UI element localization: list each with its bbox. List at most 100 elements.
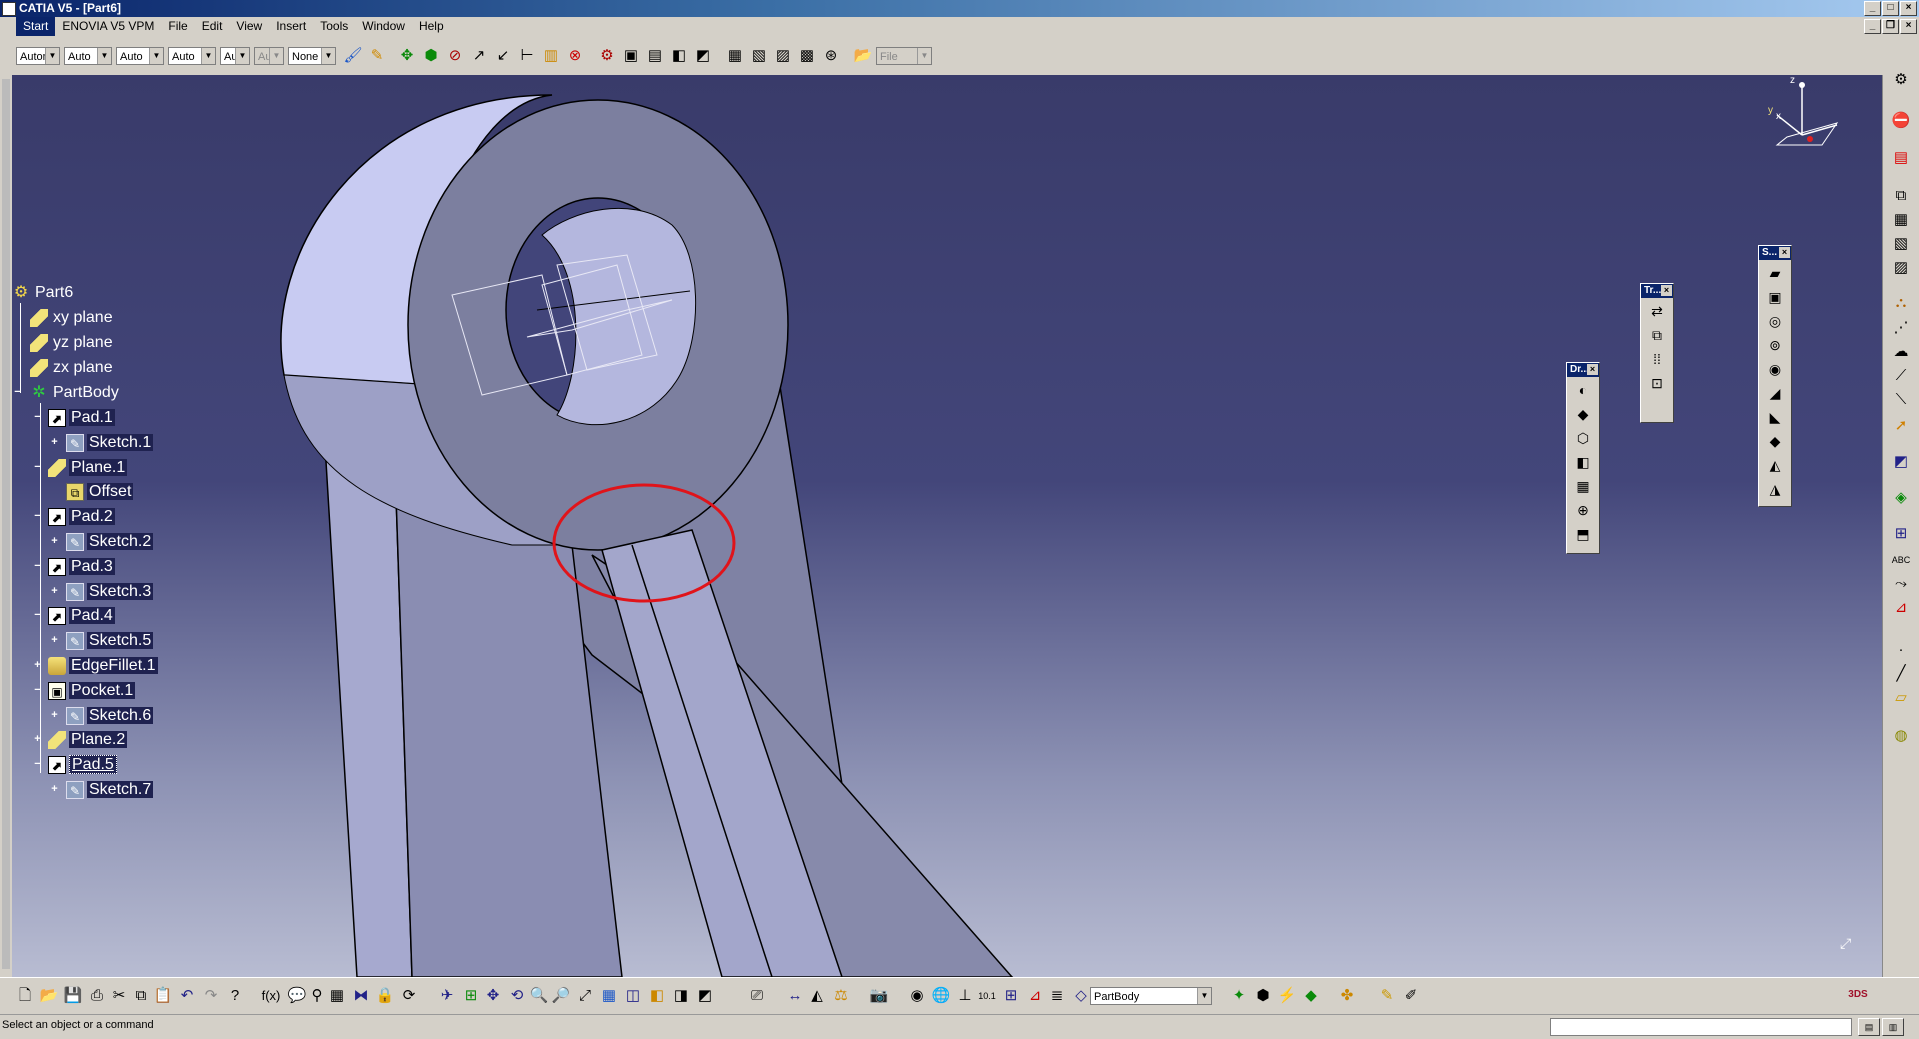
expand-icon[interactable]: + bbox=[50, 586, 59, 597]
rib-icon[interactable]: ◢ bbox=[1763, 382, 1787, 404]
relation-icon[interactable]: ⧓ bbox=[350, 985, 372, 1007]
line-color-combo[interactable]: Auto ▼ bbox=[64, 47, 112, 65]
maximize-button[interactable]: □ bbox=[1882, 1, 1899, 16]
menu-view[interactable]: View bbox=[229, 17, 269, 36]
publication-icon[interactable]: ▧ bbox=[1889, 233, 1913, 255]
constraint-3d-icon[interactable]: ⊿ bbox=[1889, 597, 1913, 619]
constraint-icon[interactable]: ⊘ bbox=[444, 45, 466, 67]
spin-icon[interactable]: ◉ bbox=[906, 985, 928, 1007]
thickness-icon[interactable]: ▦ bbox=[1571, 475, 1595, 497]
doc-close-button[interactable]: × bbox=[1900, 19, 1917, 34]
comment-icon[interactable]: 💬 bbox=[286, 985, 308, 1007]
tree-node-pocket1[interactable]: ▣ Pocket.1 bbox=[48, 681, 136, 701]
inertia-icon[interactable]: ◭ bbox=[806, 985, 828, 1007]
tree-node-pad1[interactable]: ⬈ Pad.1 bbox=[48, 408, 115, 428]
redo-icon[interactable]: ↷ bbox=[200, 985, 222, 1007]
no-show-icon[interactable]: ⊗ bbox=[564, 45, 586, 67]
draft-icon[interactable]: ⬡ bbox=[1571, 427, 1595, 449]
slot-icon[interactable]: ◣ bbox=[1763, 406, 1787, 428]
point-symbol-combo[interactable]: Aut ▼ bbox=[220, 47, 250, 65]
doc-restore-button[interactable]: ❐ bbox=[1882, 19, 1899, 34]
pad-icon[interactable]: ▰ bbox=[1763, 262, 1787, 284]
expand-icon[interactable]: + bbox=[33, 660, 42, 671]
translate-icon[interactable]: ⇄ bbox=[1645, 300, 1669, 322]
catia-icon[interactable]: ✤ bbox=[1336, 985, 1358, 1007]
graphic-properties-combo[interactable]: Automa ▼ bbox=[16, 47, 60, 65]
tree-node-sketch2[interactable]: ✎ Sketch.2 bbox=[66, 532, 154, 552]
remove-face-icon[interactable]: ⬒ bbox=[1571, 523, 1595, 545]
status-button-1[interactable]: ▤ bbox=[1858, 1018, 1880, 1036]
knowledge-icon[interactable]: ⚙ bbox=[596, 45, 618, 67]
pan-icon[interactable]: ✥ bbox=[482, 985, 504, 1007]
rotate-icon[interactable]: ⟲ bbox=[506, 985, 528, 1007]
line-type-combo[interactable]: Auto ▼ bbox=[168, 47, 216, 65]
close-surface-icon[interactable]: ⟍ bbox=[1889, 389, 1913, 411]
multi-view-icon[interactable]: ▦ bbox=[598, 985, 620, 1007]
copy-icon[interactable]: ⧉ bbox=[1889, 185, 1913, 207]
check-icon[interactable]: ▨ bbox=[772, 45, 794, 67]
mirror-icon[interactable]: ⧉ bbox=[1645, 324, 1669, 346]
shell-icon[interactable]: ◧ bbox=[1571, 451, 1595, 473]
minimize-button[interactable]: _ bbox=[1864, 1, 1881, 16]
normal-view-icon[interactable]: ⤢ bbox=[574, 985, 596, 1007]
folder-icon[interactable]: 📂 bbox=[852, 45, 874, 67]
menu-insert[interactable]: Insert bbox=[269, 17, 313, 36]
close-icon[interactable]: × bbox=[1779, 247, 1790, 258]
toolbar-header[interactable]: S... × bbox=[1759, 246, 1791, 260]
decimal-icon[interactable]: 10.1 bbox=[976, 985, 998, 1007]
line-thickness-combo[interactable]: Auto ▼ bbox=[116, 47, 164, 65]
measure-between-icon[interactable]: ◩ bbox=[1889, 451, 1913, 473]
design-table-icon[interactable]: ▧ bbox=[748, 45, 770, 67]
generative-icon[interactable]: ⬢ bbox=[1252, 985, 1274, 1007]
fit-all-icon[interactable]: ⊞ bbox=[460, 985, 482, 1007]
pocket-icon[interactable]: ▣ bbox=[1763, 286, 1787, 308]
split-icon[interactable]: ⋰ bbox=[1889, 317, 1913, 339]
expand-icon[interactable]: + bbox=[50, 710, 59, 721]
loop-icon[interactable]: ⊛ bbox=[820, 45, 842, 67]
removed-section-icon[interactable]: ◮ bbox=[1763, 478, 1787, 500]
tree-node-zx-plane[interactable]: zx plane bbox=[30, 358, 115, 378]
copy-icon[interactable]: ⧉ bbox=[130, 985, 152, 1007]
expand-icon[interactable]: + bbox=[50, 635, 59, 646]
pan-icon[interactable]: ✥ bbox=[396, 45, 418, 67]
collapse-icon[interactable]: − bbox=[33, 462, 42, 473]
measure-icon[interactable]: ↔ bbox=[784, 985, 806, 1007]
menu-help[interactable]: Help bbox=[412, 17, 451, 36]
tree-node-offset[interactable]: ⧉ Offset bbox=[66, 482, 134, 502]
close-icon[interactable]: × bbox=[1661, 285, 1672, 296]
deviation-icon[interactable]: ⊿ bbox=[1024, 985, 1046, 1007]
compass-widget[interactable]: z y x bbox=[1752, 75, 1852, 155]
layer-combo[interactable]: None ▼ bbox=[288, 47, 336, 65]
print-preview-icon[interactable]: ⎚ bbox=[746, 985, 768, 1007]
fillet-icon[interactable]: ◐ bbox=[1571, 379, 1595, 401]
collapse-icon[interactable]: − bbox=[13, 387, 22, 398]
light-icon[interactable]: ⚲ bbox=[306, 985, 328, 1007]
fly-icon[interactable]: ✈ bbox=[436, 985, 458, 1007]
tree-node-plane2[interactable]: Plane.2 bbox=[48, 730, 128, 750]
menu-start[interactable]: Start bbox=[16, 17, 56, 36]
tree-node-sketch3[interactable]: ✎ Sketch.3 bbox=[66, 582, 154, 602]
tools-palette-icon[interactable]: ✎ bbox=[1376, 985, 1398, 1007]
update-icon[interactable]: ⟳ bbox=[398, 985, 420, 1007]
tree-node-yz-plane[interactable]: yz plane bbox=[30, 333, 115, 353]
measure-icon[interactable]: ⊢ bbox=[516, 45, 538, 67]
zoom-out-icon[interactable]: 🔎 bbox=[550, 985, 572, 1007]
collapse-icon[interactable]: − bbox=[33, 412, 42, 423]
hole-icon[interactable]: ◉ bbox=[1763, 358, 1787, 380]
multi-section-icon[interactable]: ◭ bbox=[1763, 454, 1787, 476]
menu-window[interactable]: Window bbox=[355, 17, 412, 36]
select-icon[interactable]: ➚ bbox=[1889, 415, 1913, 437]
apply-material-icon[interactable]: ◈ bbox=[1889, 487, 1913, 509]
menu-edit[interactable]: Edit bbox=[195, 17, 230, 36]
collapse-icon[interactable]: − bbox=[33, 685, 42, 696]
table-icon[interactable]: ▦ bbox=[724, 45, 746, 67]
toolbar-header[interactable]: Dr... × bbox=[1567, 363, 1599, 377]
paste-special-icon[interactable]: ▨ bbox=[1889, 257, 1913, 279]
paste-icon[interactable]: 📋 bbox=[152, 985, 174, 1007]
grid-icon[interactable]: ⊞ bbox=[1000, 985, 1022, 1007]
menu-tools[interactable]: Tools bbox=[313, 17, 355, 36]
expand-icon[interactable]: + bbox=[50, 437, 59, 448]
normal-view-icon[interactable]: ↗ bbox=[468, 45, 490, 67]
cut-icon[interactable]: ✂ bbox=[108, 985, 130, 1007]
groove-icon[interactable]: ⊚ bbox=[1763, 334, 1787, 356]
